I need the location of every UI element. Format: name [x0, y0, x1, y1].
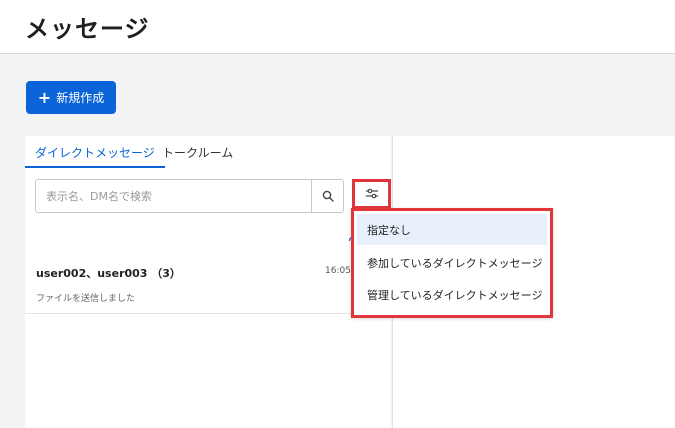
tab-bar: ダイレクトメッセージ トークルーム: [25, 136, 391, 168]
tab-direct-messages[interactable]: ダイレクトメッセージ: [25, 144, 165, 168]
new-message-button[interactable]: + 新規作成: [26, 81, 116, 114]
app-header: メッセージ: [0, 0, 675, 54]
tab-talk-rooms[interactable]: トークルーム: [162, 144, 233, 168]
page-title: メッセージ: [25, 15, 150, 43]
filter-option-joined[interactable]: 参加しているダイレクトメッセージ: [357, 247, 547, 278]
filter-option-none[interactable]: 指定なし: [357, 214, 547, 245]
filter-dropdown-menu: 指定なし 参加しているダイレクトメッセージ 管理しているダイレクトメッセージ: [351, 208, 553, 318]
plus-icon: +: [37, 87, 52, 107]
filter-sliders-icon: [365, 188, 378, 199]
search-input[interactable]: [36, 180, 312, 212]
filter-option-managed[interactable]: 管理しているダイレクトメッセージ: [357, 279, 547, 310]
conversation-time: 16:05: [325, 266, 351, 276]
filter-button[interactable]: [352, 179, 391, 209]
list-item[interactable]: user002、user003 （3） 16:05 ファイルを送信しました: [25, 255, 391, 314]
conversation-preview: ファイルを送信しました: [36, 294, 136, 304]
search-icon: [322, 190, 334, 202]
new-message-label: 新規作成: [56, 91, 105, 105]
search-box: [35, 179, 344, 213]
search-button[interactable]: [311, 180, 343, 212]
conversation-title: user002、user003 （3）: [36, 267, 181, 280]
